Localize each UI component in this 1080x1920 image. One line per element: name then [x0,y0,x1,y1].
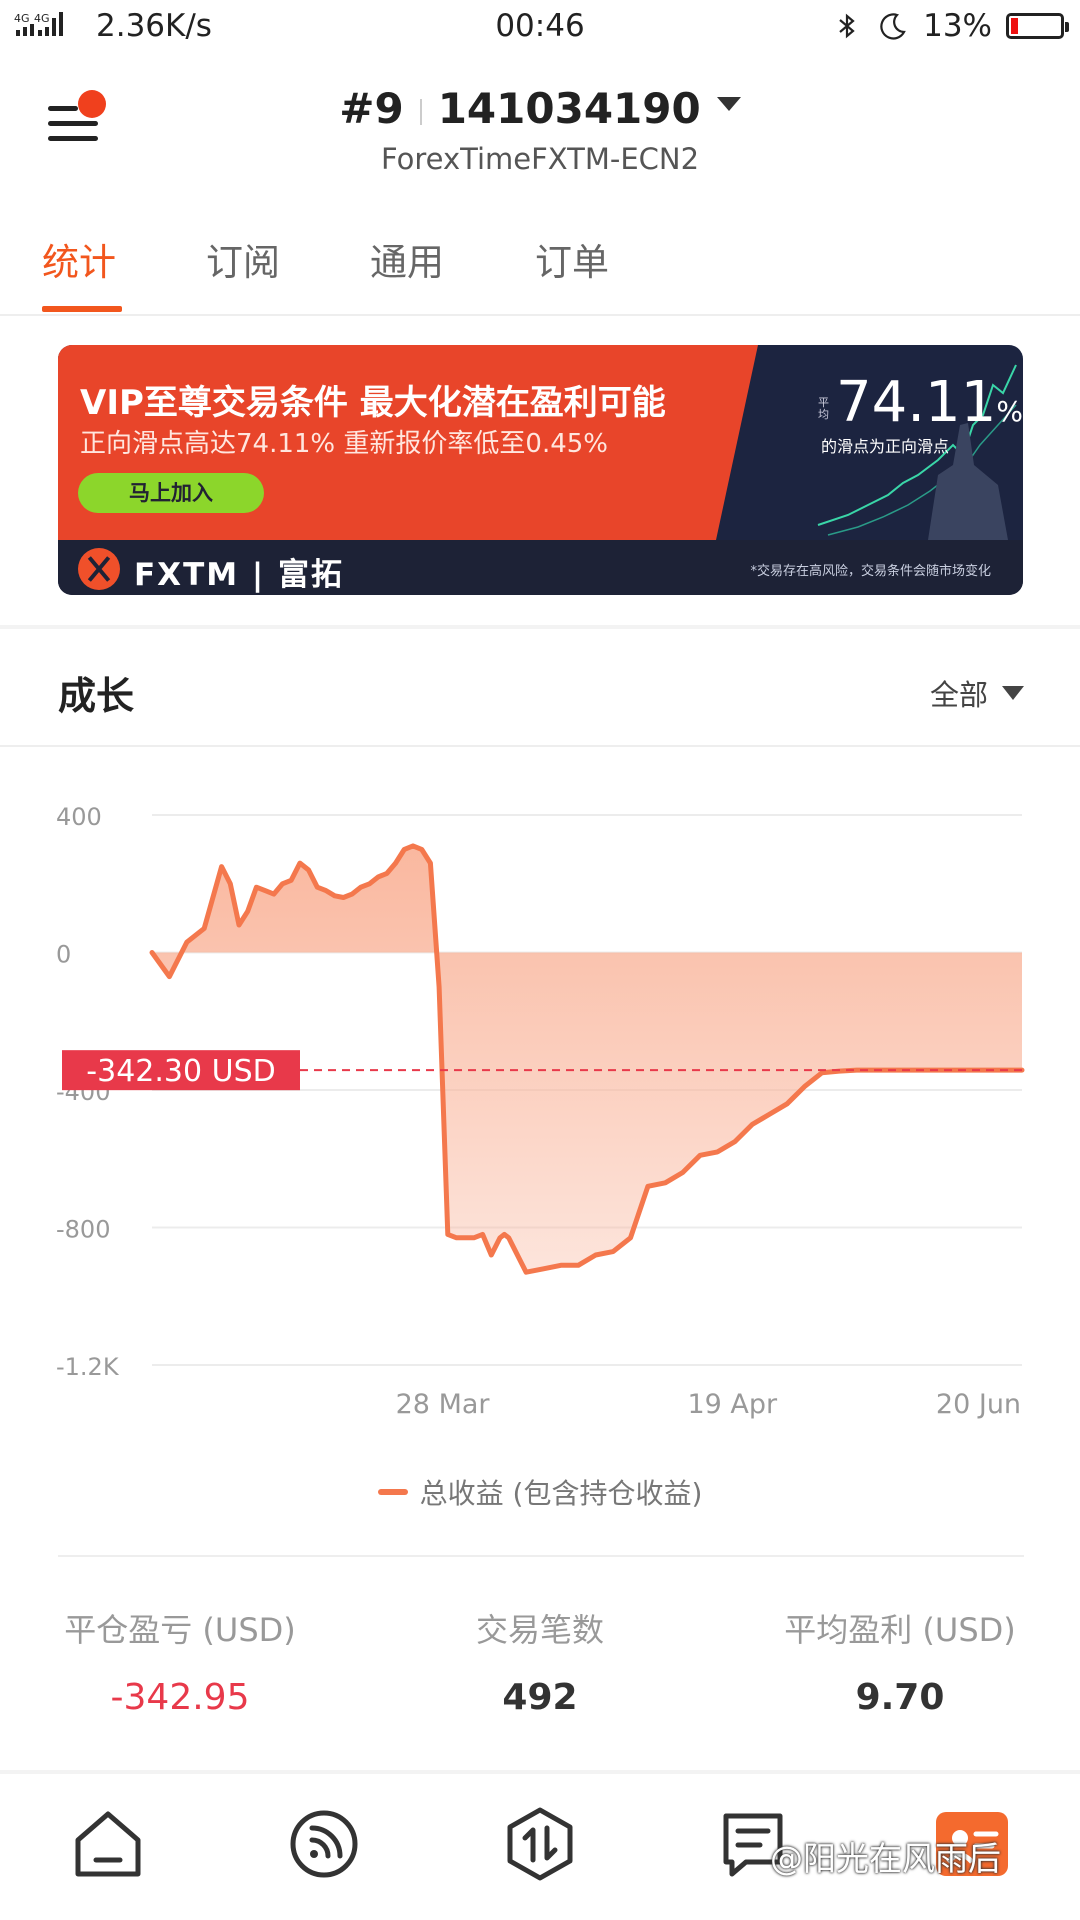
x-tick-label: 19 Apr [687,1389,778,1420]
range-filter-dropdown[interactable]: 全部 [930,672,1024,714]
battery-percent: 13% [923,8,992,44]
tab-orders[interactable]: 订单 [535,232,609,286]
banner-subtitle: 正向滑点高达74.11% 重新报价率低至0.45% [80,429,608,459]
trade-icon[interactable] [500,1804,580,1884]
section-title: 成长 [58,674,135,718]
avg-profit-stat: 平均盈利 (USD) 9.70 [720,1605,1080,1718]
do-not-disturb-moon-icon [880,13,906,40]
chart-legend: 总收益 (包含持仓收益) [0,1472,1080,1512]
y-tick-label: -1.2K [56,1353,120,1381]
y-tick-label: 0 [56,941,71,969]
status-bar: 4G 4G 2.36K/s 00:46 13% [0,0,1080,56]
risk-disclaimer: *交易存在高风险，交易条件会随市场变化 [750,564,991,579]
banner-stat-prefix: 平均 [818,396,829,421]
app-header: #9 141034190 ForexTimeFXTM-ECN2 [0,56,1080,186]
closed-pnl-stat: 平仓盈亏 (USD) -342.95 [0,1605,360,1718]
battery-icon [1006,13,1069,39]
fxtm-logo-icon [78,548,120,590]
x-tick-label: 28 Mar [396,1389,491,1420]
tab-general[interactable]: 通用 [370,232,444,286]
legend-swatch [377,1489,408,1495]
signal-icon[interactable] [284,1804,364,1884]
active-tab-indicator [42,306,122,312]
trade-count-value: 492 [502,1677,578,1718]
tab-statistics[interactable]: 统计 [42,232,116,286]
account-number: 141034190 [437,84,701,133]
avg-profit-value: 9.70 [855,1677,945,1718]
growth-chart: 4000-400-800-1.2K28 Mar 19 Apr 20 Jun-342.… [56,803,1025,1420]
trade-count-stat: 交易笔数 492 [360,1605,720,1718]
x-tick-label: 20 Jun [936,1389,1021,1420]
home-icon[interactable] [68,1804,148,1884]
y-tick-label: 400 [56,803,102,831]
account-selector[interactable]: #9 141034190 [0,84,1080,133]
current-value-label: -342.30 USD [86,1054,275,1089]
y-tick-label: -800 [56,1216,110,1244]
closed-pnl-value: -342.95 [110,1677,250,1718]
chevron-down-icon [1002,686,1024,700]
brand-name: FXTM | 富拓 [134,557,344,593]
promo-banner[interactable]: VIP至尊交易条件 最大化潜在盈利可能 正向滑点高达74.11% 重新报价率低至… [58,345,1023,595]
banner-stat-value: 74.11% [836,370,1023,435]
tab-bar: 统计 订阅 通用 订单 [0,220,1080,316]
join-now-button[interactable]: 马上加入 [78,473,264,513]
tab-subscribe[interactable]: 订阅 [206,232,280,286]
menu-icon-line [48,136,98,141]
banner-title: VIP至尊交易条件 最大化潜在盈利可能 [80,383,666,423]
broker-server: ForexTimeFXTM-ECN2 [380,142,700,176]
watermark: @阳光在风雨后 [770,1839,1001,1878]
chevron-down-icon [716,96,741,111]
bluetooth-icon [839,13,855,39]
banner-stat-desc: 的滑点为正向滑点 [821,437,950,456]
account-index: #9 [339,84,404,133]
